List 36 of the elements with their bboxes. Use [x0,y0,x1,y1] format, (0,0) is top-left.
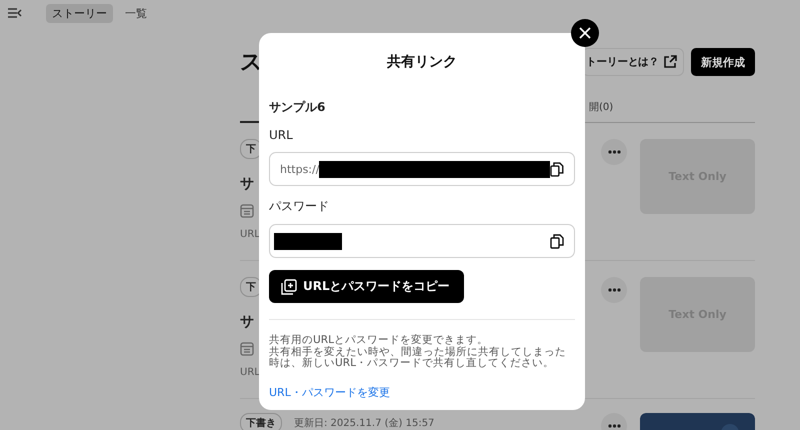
description-text: 共有相手を変えたい時や、間違った場所に共有してしまった時は、新しいURL・パスワードで共有し直してください。 [269,346,567,370]
story-name: サンプル6 [269,99,326,116]
more-button[interactable] [601,139,627,165]
copy-icon[interactable] [550,234,564,248]
more-icon [608,150,620,154]
field-label: URL [269,128,293,142]
updated-date: 更新日: 2025.11.7 (金) 15:57 [294,416,434,430]
copy-icon[interactable] [550,162,564,176]
input-field[interactable] [269,224,575,258]
tab[interactable]: 開(0) [589,100,614,122]
story-title: サ [240,175,254,193]
more-icon [608,288,620,292]
url-label: URL [240,229,260,240]
url-label: URL [240,367,260,378]
input-field[interactable]: https:// [269,152,575,186]
close-button[interactable] [571,19,599,47]
description-text: 共有用のURLとパスワードを変更できます。 [269,335,488,346]
story-title: サ [240,313,254,331]
copy-add-icon [281,278,297,294]
field-label: パスワード [269,198,329,215]
change-link[interactable]: URL・パスワードを変更 [269,384,390,400]
status-badge: 下書き [240,413,282,430]
external-link-icon [663,55,677,69]
breadcrumb-item[interactable]: ストーリー [46,4,113,22]
more-button[interactable] [601,277,627,303]
calendar-icon [240,342,254,356]
page-title: ス [240,49,263,77]
dialog-title: 共有リンク [387,53,457,71]
help-button[interactable]: トーリーとは？ [582,48,684,76]
breadcrumb-item[interactable]: 一覧 [119,4,153,22]
copy-button[interactable]: URLとパスワードをコピー [269,270,464,303]
close-icon [579,27,591,39]
calendar-icon [240,204,254,218]
menu-icon[interactable] [8,8,22,18]
new-button[interactable]: 新規作成 [691,48,755,76]
more-icon [608,424,620,428]
